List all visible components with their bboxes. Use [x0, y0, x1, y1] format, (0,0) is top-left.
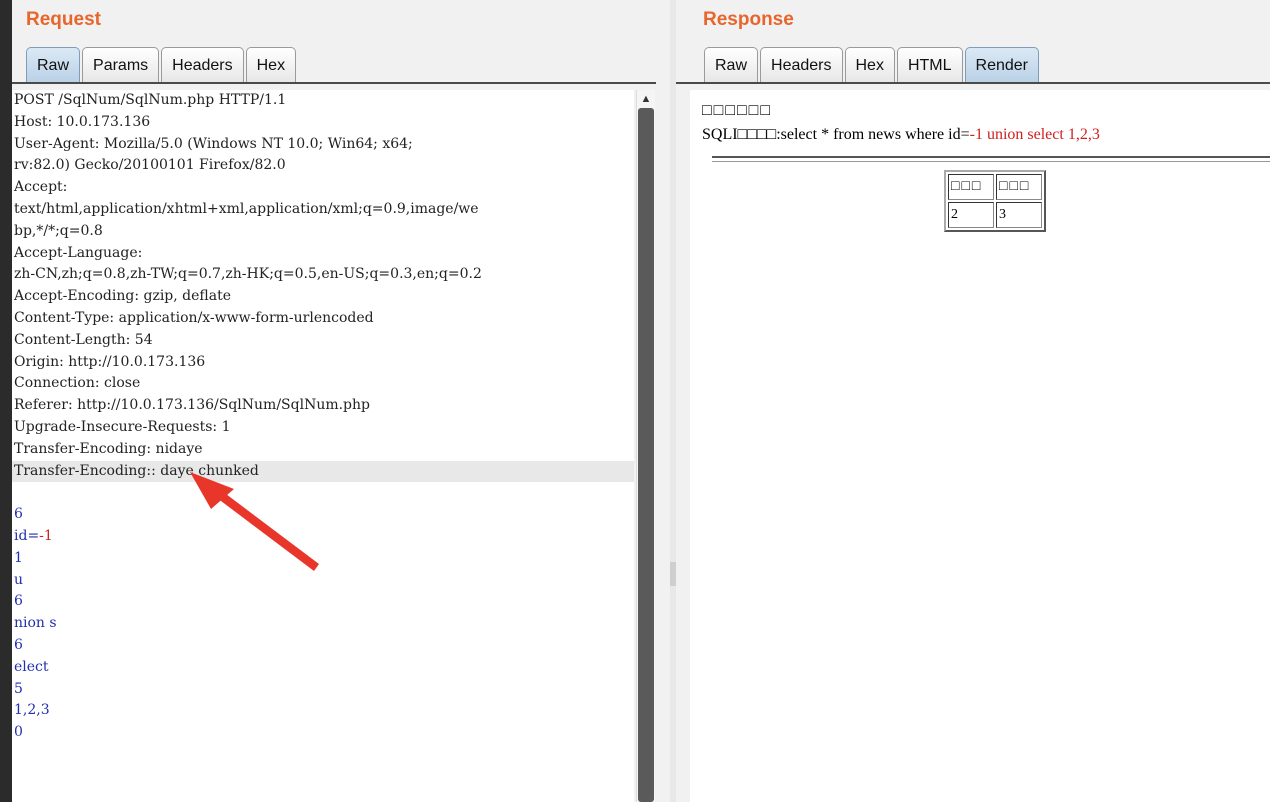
- table-cell: 3: [996, 202, 1042, 228]
- request-tab-params[interactable]: Params: [82, 47, 160, 83]
- response-title: Response: [703, 9, 794, 30]
- request-header-line: Content-Length: 54: [14, 331, 153, 348]
- request-body-line: u: [14, 571, 24, 588]
- request-tab-raw[interactable]: Raw: [26, 47, 81, 83]
- request-body-line: 1: [14, 549, 23, 566]
- request-header-line: Accept:: [14, 179, 68, 196]
- render-divider: [712, 156, 1270, 162]
- response-render-view: □□□□□□ SQLI□□□□:select * from news where…: [690, 90, 1270, 802]
- response-tab-render[interactable]: Render: [964, 47, 1039, 83]
- request-body-line: id=-1: [14, 527, 53, 544]
- table-row: 23: [948, 202, 1042, 228]
- table-cell: 2: [948, 202, 994, 228]
- request-body-line: 6: [14, 636, 23, 653]
- request-header-line: Upgrade-Insecure-Requests: 1: [14, 418, 231, 435]
- request-body-line: elect: [14, 658, 49, 675]
- injected-id-value: -1: [39, 527, 53, 544]
- scrollbar-thumb[interactable]: [638, 108, 654, 802]
- request-body-line: 6: [14, 506, 23, 523]
- request-header-line: Accept-Encoding: gzip, deflate: [14, 288, 232, 305]
- response-tabs: Raw Headers Hex HTML Render: [704, 47, 1041, 83]
- request-tabs: Raw Params Headers Hex: [26, 47, 298, 83]
- response-tab-html[interactable]: HTML: [896, 47, 963, 83]
- table-header-cell: □□□: [996, 174, 1042, 200]
- request-header-line: text/html,application/xhtml+xml,applicat…: [14, 200, 479, 217]
- table-header-cell: □□□: [948, 174, 994, 200]
- request-panel: Request Raw Params Headers Hex POST /SqlNum…: [12, 0, 670, 802]
- response-tab-underline: [676, 82, 1270, 84]
- request-title: Request: [26, 9, 101, 30]
- request-tab-hex[interactable]: Hex: [245, 47, 297, 83]
- table-header-row: □□□ □□□: [948, 174, 1042, 200]
- request-header-line: zh-CN,zh;q=0.8,zh-TW;q=0.7,zh-HK;q=0.5,e…: [14, 266, 482, 283]
- request-body-line: 0: [14, 724, 23, 741]
- response-panel: Response Raw Headers Hex HTML Render □□□□□□ …: [676, 0, 1270, 802]
- request-header-line: Transfer-Encoding:: daye chunked: [12, 460, 634, 483]
- request-header-line: User-Agent: Mozilla/5.0 (Windows NT 10.0…: [14, 135, 413, 152]
- request-body-line: 5: [14, 680, 23, 697]
- sqli-injected-value: -1 union select 1,2,3: [969, 126, 1100, 143]
- response-tab-hex[interactable]: Hex: [844, 47, 895, 83]
- request-header-line: Connection: close: [14, 375, 141, 392]
- request-header-line: Referer: http://10.0.173.136/SqlNum/SqlN…: [14, 397, 370, 414]
- response-tab-raw[interactable]: Raw: [704, 47, 759, 83]
- request-body-line: 6: [14, 593, 23, 610]
- request-header-line: Origin: http://10.0.173.136: [14, 353, 206, 370]
- request-header-line: bp,*/*;q=0.8: [14, 222, 103, 239]
- request-header-line: Content-Type: application/x-www-form-url…: [14, 309, 374, 326]
- render-sqli-line: SQLI□□□□:select * from news where id=-1 …: [702, 126, 1100, 144]
- render-heading: □□□□□□: [702, 102, 772, 119]
- request-header-line: rv:82.0) Gecko/20100101 Firefox/82.0: [14, 157, 286, 174]
- sqli-label: SQLI□□□□:select * from news where id=: [702, 126, 970, 143]
- request-header-line: Host: 10.0.173.136: [14, 113, 151, 130]
- request-body-line: nion s: [14, 615, 57, 632]
- render-result-table: □□□ □□□ 2 3: [944, 170, 1046, 232]
- response-tab-headers[interactable]: Headers: [760, 47, 843, 83]
- request-header-line: Transfer-Encoding: nidaye: [14, 440, 203, 457]
- request-editor[interactable]: POST /SqlNum/SqlNum.php HTTP/1.1 Host: 10…: [12, 90, 634, 802]
- request-header-line: Accept-Language:: [14, 244, 143, 261]
- request-body-line: 1,2,3: [14, 702, 50, 719]
- request-tab-headers[interactable]: Headers: [161, 47, 244, 83]
- request-header-line: POST /SqlNum/SqlNum.php HTTP/1.1: [14, 92, 287, 108]
- scroll-up-icon[interactable]: ▲: [637, 90, 655, 108]
- request-scrollbar[interactable]: ▲: [636, 90, 655, 802]
- request-tab-underline: [12, 82, 656, 84]
- request-header-line: [12, 482, 634, 504]
